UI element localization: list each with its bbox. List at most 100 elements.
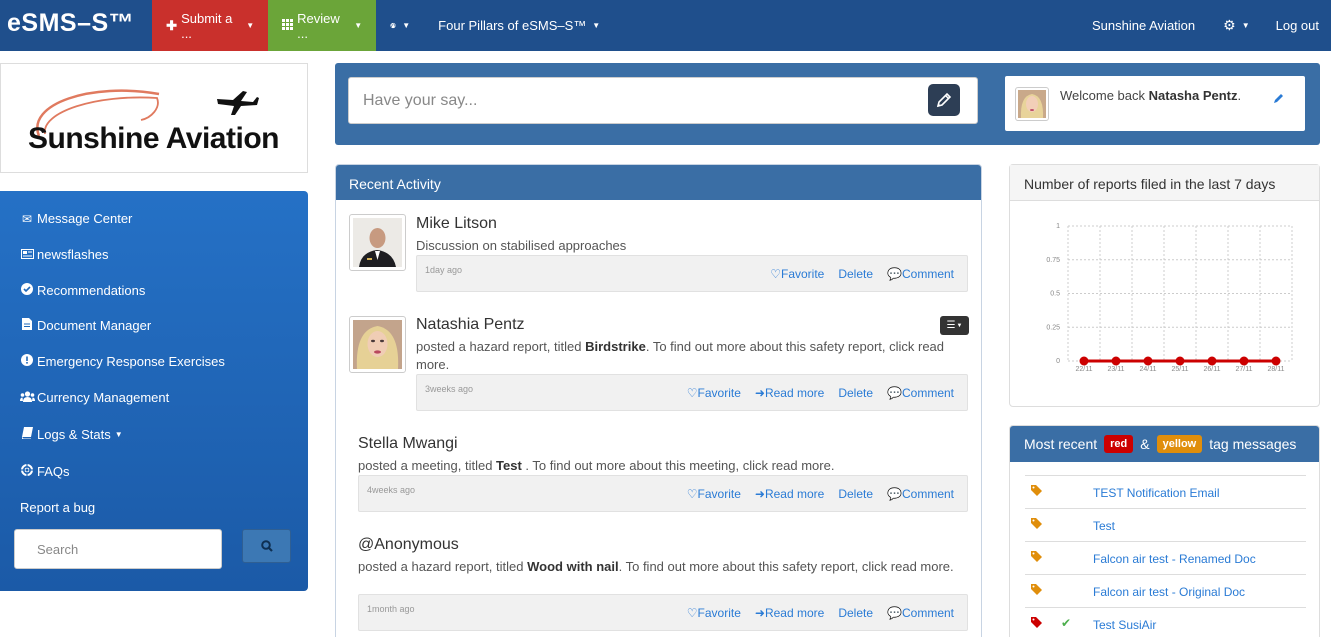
review-menu-button[interactable]: Review ... ▼ xyxy=(268,0,377,51)
four-pillars-menu[interactable]: Four Pillars of eSMS–S™ ▼ xyxy=(424,0,614,51)
post-options-button[interactable]: ☰ ▼ xyxy=(940,316,969,335)
sidebar-item-logs-stats[interactable]: Logs & Stats ▼ xyxy=(20,427,123,442)
caret-down-icon: ▼ xyxy=(246,21,255,30)
post-text-suffix: . To find out more about this safety rep… xyxy=(618,559,954,574)
tag-message-link[interactable]: Falcon air test - Renamed Doc xyxy=(1093,552,1256,566)
organisation-link[interactable]: Sunshine Aviation xyxy=(1076,0,1211,51)
comment-label: Comment xyxy=(901,386,954,400)
sidebar-item-label: Message Center xyxy=(37,211,133,226)
brand-logo[interactable]: eSMS–S™ xyxy=(0,0,152,46)
four-pillars-label: Four Pillars of eSMS–S™ xyxy=(438,18,587,33)
sidebar-search-input[interactable] xyxy=(14,529,222,569)
logo-text: Sunshine Aviation xyxy=(28,122,279,155)
tag-message-row[interactable]: ✔ Test SusiAir xyxy=(1025,607,1306,637)
y-tick-label: 0 xyxy=(1056,358,1060,365)
favorite-link[interactable]: ♡Favorite xyxy=(687,487,741,501)
arrow-right-icon: ➜ xyxy=(754,386,765,400)
comment-label: Comment xyxy=(901,267,954,281)
read-more-link[interactable]: ➜Read more xyxy=(755,386,824,400)
language-menu-button[interactable]: ▼ xyxy=(376,0,424,51)
post-text: posted a hazard report, titled Wood with… xyxy=(358,558,963,576)
tag-message-row[interactable]: Falcon air test - Original Doc xyxy=(1025,574,1306,607)
tag-icon xyxy=(1031,485,1042,499)
post-author[interactable]: Stella Mwangi xyxy=(358,435,458,453)
comment-link[interactable]: 💬Comment xyxy=(887,606,954,620)
tag-message-link[interactable]: Falcon air test - Original Doc xyxy=(1093,585,1245,599)
x-tick-label: 26/11 xyxy=(1204,366,1221,373)
submit-menu-label: Submit a ... xyxy=(181,10,233,41)
favorite-link[interactable]: ♡Favorite xyxy=(687,386,741,400)
chart-title: Number of reports filed in the last 7 da… xyxy=(1010,165,1319,201)
favorite-label: Favorite xyxy=(780,267,825,281)
welcome-suffix: . xyxy=(1237,88,1242,103)
sidebar-item-message-center[interactable]: ✉ Message Center xyxy=(20,211,132,226)
tag-message-link[interactable]: TEST Notification Email xyxy=(1093,486,1220,500)
post-text-prefix: posted a hazard report, titled xyxy=(358,559,524,574)
submit-menu-button[interactable]: ✚ Submit a ... ▼ xyxy=(152,0,269,51)
sidebar-item-emergency-response[interactable]: Emergency Response Exercises xyxy=(20,354,225,369)
caret-down-icon: ▼ xyxy=(114,430,123,439)
globe-icon xyxy=(390,22,396,29)
tag-message-row[interactable]: Falcon air test - Renamed Doc xyxy=(1025,541,1306,574)
have-your-say-panel: Welcome back Natasha Pentz. xyxy=(335,63,1320,145)
delete-link[interactable]: Delete xyxy=(838,606,873,620)
welcome-user-name: Natasha Pentz xyxy=(1148,88,1238,103)
delete-link[interactable]: Delete xyxy=(838,386,873,400)
sidebar-item-faqs[interactable]: FAQs xyxy=(20,464,70,479)
favorite-link[interactable]: ♡Favorite xyxy=(687,606,741,620)
sidebar-item-label: Currency Management xyxy=(37,390,170,405)
lifebuoy-icon xyxy=(20,464,34,479)
favorite-link[interactable]: ♡Favorite xyxy=(770,267,824,281)
x-tick-label: 22/11 xyxy=(1076,366,1093,373)
sidebar-item-recommendations[interactable]: Recommendations xyxy=(20,283,145,298)
tag-message-link[interactable]: Test xyxy=(1093,519,1115,533)
caret-down-icon: ▼ xyxy=(592,21,601,30)
post-author[interactable]: @Anonymous xyxy=(358,536,459,554)
sidebar-search-button[interactable] xyxy=(242,529,291,563)
post-author[interactable]: Natashia Pentz xyxy=(416,316,525,334)
data-point xyxy=(1111,356,1121,366)
edit-profile-pencil-icon[interactable] xyxy=(1273,92,1285,107)
comment-link[interactable]: 💬Comment xyxy=(887,267,954,281)
read-more-link[interactable]: ➜Read more xyxy=(755,487,824,501)
avatar[interactable] xyxy=(349,214,406,271)
post-action-bar: 1month ago ♡Favorite ➜Read more Delete 💬… xyxy=(358,594,968,631)
sidebar-item-currency-management[interactable]: Currency Management xyxy=(20,390,169,405)
welcome-prefix: Welcome back xyxy=(1060,88,1146,103)
favorite-label: Favorite xyxy=(697,606,741,620)
settings-menu-button[interactable]: ⚙ ▼ xyxy=(1211,0,1261,51)
data-point xyxy=(1207,356,1217,366)
logout-link[interactable]: Log out xyxy=(1262,0,1331,51)
tag-icon xyxy=(1031,518,1042,532)
sidebar-item-report-bug[interactable]: Report a bug xyxy=(20,500,95,515)
comment-link[interactable]: 💬Comment xyxy=(887,487,954,501)
sidebar-item-label: Recommendations xyxy=(37,283,146,298)
sidebar-item-label: newsflashes xyxy=(37,247,109,262)
tag-message-link[interactable]: Test SusiAir xyxy=(1093,618,1156,632)
avatar[interactable] xyxy=(1015,87,1049,121)
x-tick-label: 25/11 xyxy=(1172,366,1189,373)
book-icon xyxy=(20,427,34,442)
delete-link[interactable]: Delete xyxy=(838,267,873,281)
sidebar-item-newsflashes[interactable]: newsflashes xyxy=(20,247,109,262)
avatar[interactable] xyxy=(349,316,406,373)
tag-message-row[interactable]: TEST Notification Email xyxy=(1025,475,1306,508)
post-action-bar: 1day ago ♡Favorite Delete 💬Comment xyxy=(416,255,968,292)
data-point xyxy=(1143,356,1153,366)
comment-icon: 💬 xyxy=(887,386,902,400)
delete-link[interactable]: Delete xyxy=(838,487,873,501)
post-button[interactable] xyxy=(928,84,960,116)
data-point xyxy=(1079,356,1089,366)
post-author[interactable]: Mike Litson xyxy=(416,215,497,233)
top-navbar: eSMS–S™ ✚ Submit a ... ▼ Review ... ▼ ▼ … xyxy=(0,0,1331,51)
read-more-link[interactable]: ➜Read more xyxy=(755,606,824,620)
y-tick-label: 0.75 xyxy=(1046,257,1060,264)
sidebar-item-document-manager[interactable]: Document Manager xyxy=(20,318,151,333)
have-your-say-input[interactable] xyxy=(348,77,978,124)
tag-message-row[interactable]: Test xyxy=(1025,508,1306,541)
file-icon xyxy=(20,318,34,333)
review-menu-label: Review ... xyxy=(297,10,340,41)
comment-link[interactable]: 💬Comment xyxy=(887,386,954,400)
newspaper-icon xyxy=(20,248,34,262)
grid-icon xyxy=(282,18,294,33)
